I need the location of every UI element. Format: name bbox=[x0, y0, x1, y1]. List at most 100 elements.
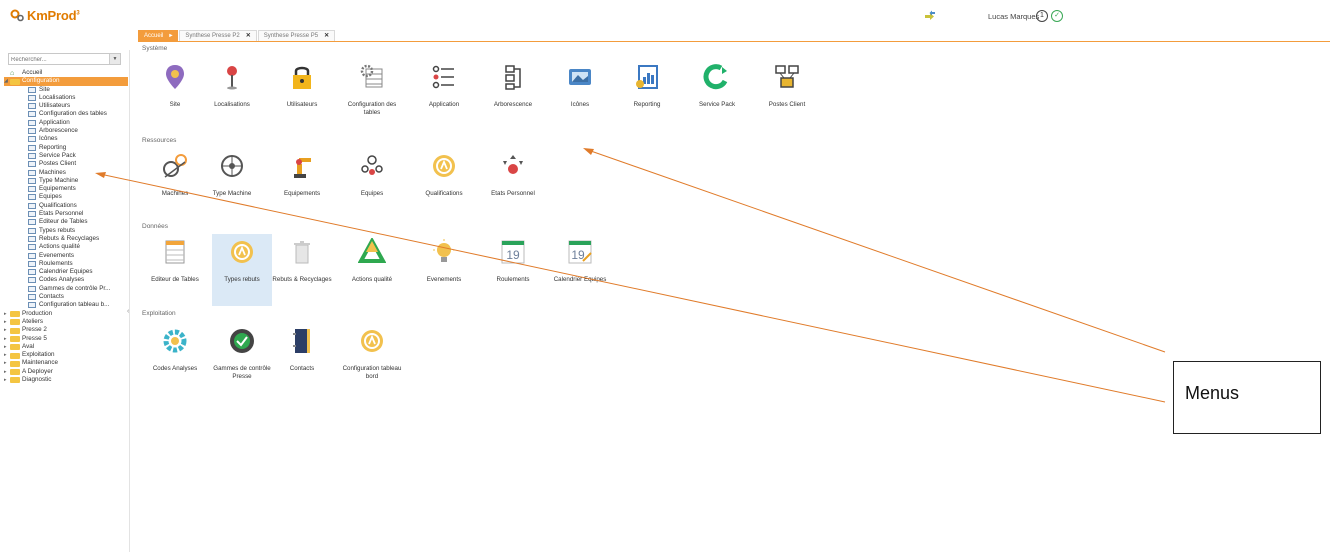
robot-arm-icon bbox=[288, 152, 316, 180]
tree-item[interactable]: Service Pack bbox=[4, 152, 128, 160]
tile-donnees-3[interactable]: Actions qualité bbox=[342, 236, 402, 302]
table-icon bbox=[28, 211, 36, 218]
tree-folder[interactable]: ◢ Configuration bbox=[4, 77, 128, 86]
tile-ressources-3[interactable]: Equipes bbox=[342, 152, 402, 216]
tile-exploitation-0[interactable]: Codes Analyses bbox=[145, 327, 205, 391]
tile-ressources-0[interactable]: Machines bbox=[145, 152, 205, 216]
tree-item[interactable]: Type Machine bbox=[4, 177, 128, 185]
tree-folder[interactable]: ⌂ Accueil bbox=[4, 69, 128, 77]
tile-systeme-5[interactable]: Arborescence bbox=[483, 63, 543, 127]
expanded-caret-icon[interactable]: ◢ bbox=[4, 77, 8, 85]
tile-systeme-4[interactable]: Application bbox=[414, 63, 474, 127]
tree-item[interactable]: Calendrier Equipes bbox=[4, 268, 128, 276]
collapsed-caret-icon[interactable]: ▸ bbox=[4, 326, 7, 334]
tree-folder[interactable]: ▸ Production bbox=[4, 310, 128, 318]
tile-ressources-2[interactable]: Equipements bbox=[272, 152, 332, 216]
tree-item[interactable]: Evenements bbox=[4, 252, 128, 260]
tile-systeme-2[interactable]: Utilisateurs bbox=[272, 63, 332, 127]
user-name[interactable]: Lucas Marques bbox=[988, 12, 1039, 21]
tile-ressources-4[interactable]: Qualifications bbox=[414, 152, 474, 216]
close-icon[interactable]: ✕ bbox=[324, 33, 329, 39]
tile-systeme-9[interactable]: Postes Client bbox=[757, 63, 817, 127]
tree-item[interactable]: Qualifications bbox=[4, 202, 128, 210]
tile-donnees-4[interactable]: Evenements bbox=[414, 238, 474, 302]
collapsed-caret-icon[interactable]: ▸ bbox=[4, 310, 7, 318]
collapsed-caret-icon[interactable]: ▸ bbox=[4, 359, 7, 367]
tree-item[interactable]: Postes Client bbox=[4, 160, 128, 168]
chevron-down-icon[interactable]: ▼ bbox=[109, 54, 120, 64]
tree-item[interactable]: Localisations bbox=[4, 94, 128, 102]
tile-systeme-6[interactable]: Icônes bbox=[550, 63, 610, 127]
tree-item[interactable]: Actions qualité bbox=[4, 243, 128, 251]
table-icon bbox=[28, 103, 36, 110]
user-info-icon[interactable]: 1 bbox=[1036, 10, 1048, 22]
collapsed-caret-icon[interactable]: ▸ bbox=[4, 376, 7, 384]
sync-icon[interactable] bbox=[923, 9, 937, 23]
tab-menu-icon[interactable]: ▸ bbox=[169, 33, 172, 39]
tree-item[interactable]: Arborescence bbox=[4, 127, 128, 135]
tree-item-label: Service Pack bbox=[39, 151, 76, 159]
tree-item[interactable]: Types rebuts bbox=[4, 227, 128, 235]
tree-folder[interactable]: ▸ Presse 5 bbox=[4, 335, 128, 343]
tile-systeme-0[interactable]: Site bbox=[145, 63, 205, 127]
tree-item[interactable]: Etats Personnel bbox=[4, 210, 128, 218]
tree-item[interactable]: Application bbox=[4, 119, 128, 127]
tree-item[interactable]: Editeur de Tables bbox=[4, 218, 128, 226]
status-ok-icon[interactable]: ✓ bbox=[1051, 10, 1063, 22]
table-icon bbox=[28, 161, 36, 168]
tile-systeme-8[interactable]: Service Pack bbox=[687, 63, 747, 127]
close-icon[interactable]: ✕ bbox=[246, 33, 251, 39]
tree-folder[interactable]: ▸ Maintenance bbox=[4, 359, 128, 367]
tile-donnees-1[interactable]: Types rebuts bbox=[212, 234, 272, 306]
tab[interactable]: Accueil ▸ bbox=[138, 30, 179, 41]
calendar-edit-icon: 19 bbox=[566, 238, 594, 266]
tree-folder[interactable]: ▸ Exploitation bbox=[4, 351, 128, 359]
tile-systeme-3[interactable]: Configuration des tables bbox=[342, 63, 402, 127]
collapsed-caret-icon[interactable]: ▸ bbox=[4, 343, 7, 351]
tree-item[interactable]: Rebuts & Recyclages bbox=[4, 235, 128, 243]
tab[interactable]: Synthese Presse P5 ✕ bbox=[257, 30, 336, 41]
tile-ressources-5[interactable]: Etats Personnel bbox=[483, 152, 543, 216]
folder-icon bbox=[10, 352, 20, 359]
tree-item[interactable]: Equipes bbox=[4, 193, 128, 201]
tree-item[interactable]: Configuration tableau b... bbox=[4, 301, 128, 309]
tree-item[interactable]: Site bbox=[4, 86, 128, 94]
tree-item[interactable]: Gammes de contrôle Pr... bbox=[4, 285, 128, 293]
tree-item[interactable]: Codes Analyses bbox=[4, 276, 128, 284]
tab-label: Synthese Presse P2 bbox=[185, 33, 240, 39]
tree-item-label: Icônes bbox=[39, 135, 58, 143]
tree-item[interactable]: Machines bbox=[4, 169, 128, 177]
tile-caption: Application bbox=[428, 101, 460, 108]
tab[interactable]: Synthese Presse P2 ✕ bbox=[179, 30, 257, 41]
tile-ressources-1[interactable]: Type Machine bbox=[202, 152, 262, 216]
tree-folder[interactable]: ▸ Diagnostic bbox=[4, 376, 128, 384]
collapsed-caret-icon[interactable]: ▸ bbox=[4, 368, 7, 376]
collapsed-caret-icon[interactable]: ▸ bbox=[4, 318, 7, 326]
tree-item[interactable]: Configuration des tables bbox=[4, 110, 128, 118]
tile-donnees-0[interactable]: Editeur de Tables bbox=[145, 238, 205, 302]
tile-systeme-1[interactable]: Localisations bbox=[202, 63, 262, 127]
tile-donnees-6[interactable]: 19 Calendrier Equipes bbox=[550, 238, 610, 302]
collapse-sidebar-icon[interactable]: ‹ bbox=[127, 308, 129, 315]
tree-item[interactable]: Utilisateurs bbox=[4, 102, 128, 110]
tile-donnees-2[interactable]: Rebuts & Recyclages bbox=[272, 238, 332, 302]
tile-exploitation-1[interactable]: Gammes de contrôle Presse bbox=[212, 327, 272, 391]
tree-item[interactable]: Roulements bbox=[4, 260, 128, 268]
tree-item[interactable]: Equipements bbox=[4, 185, 128, 193]
tile-caption: Postes Client bbox=[768, 101, 806, 108]
tree-folder[interactable]: ▸ Presse 2 bbox=[4, 326, 128, 334]
tile-exploitation-3[interactable]: Configuration tableau bord bbox=[342, 327, 402, 391]
tile-exploitation-2[interactable]: Contacts bbox=[272, 327, 332, 391]
tile-donnees-5[interactable]: 19 Roulements bbox=[483, 238, 543, 302]
search-input[interactable] bbox=[11, 55, 106, 64]
collapsed-caret-icon[interactable]: ▸ bbox=[4, 351, 7, 359]
tree-folder[interactable]: ▸ A Deployer bbox=[4, 368, 128, 376]
collapsed-caret-icon[interactable]: ▸ bbox=[4, 335, 7, 343]
table-icon bbox=[28, 186, 36, 193]
tree-item[interactable]: Icônes bbox=[4, 135, 128, 143]
tile-systeme-7[interactable]: Reporting bbox=[617, 63, 677, 127]
tree-item[interactable]: Contacts bbox=[4, 293, 128, 301]
tree-folder[interactable]: ▸ Aval bbox=[4, 343, 128, 351]
tree-folder[interactable]: ▸ Ateliers bbox=[4, 318, 128, 326]
tree-item[interactable]: Reporting bbox=[4, 144, 128, 152]
